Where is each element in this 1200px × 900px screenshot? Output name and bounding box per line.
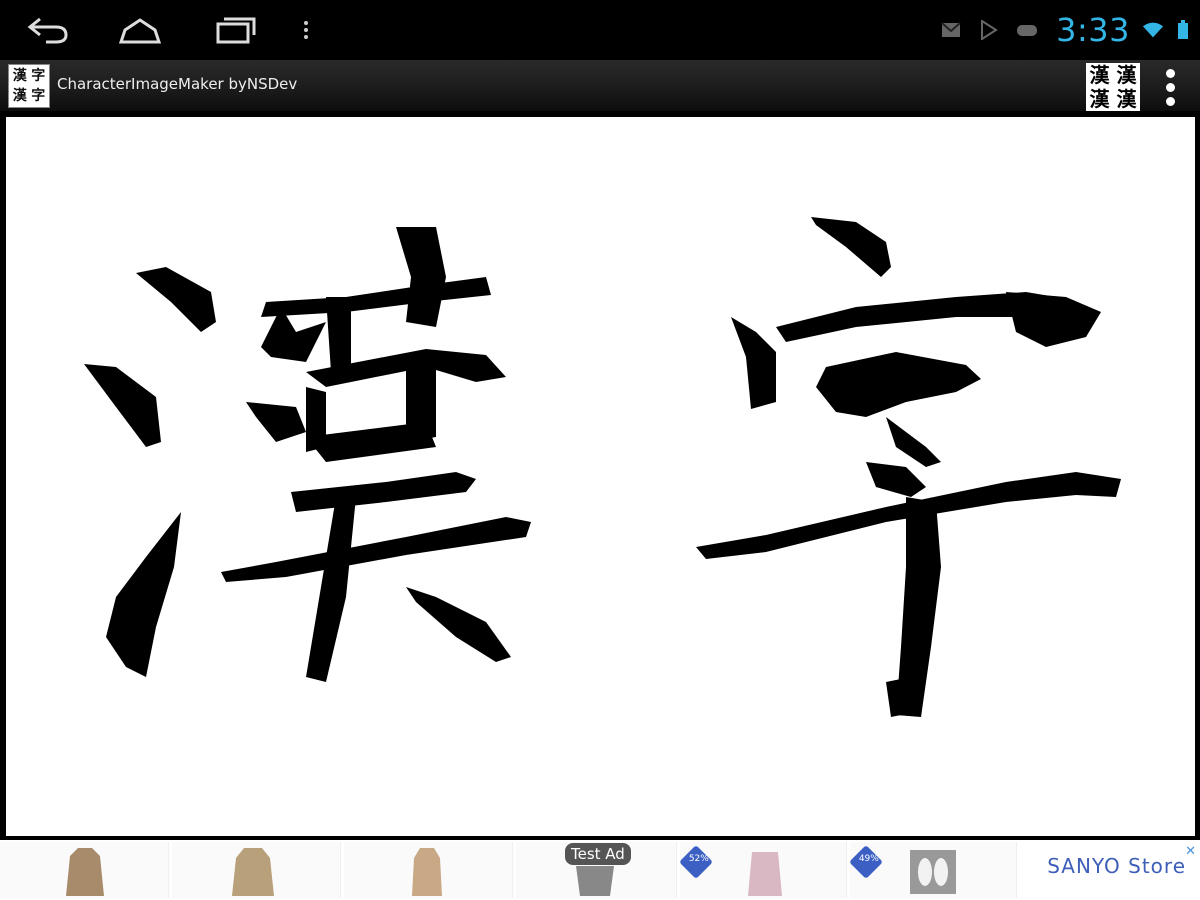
status-icons: 3:33 [940,0,1200,60]
sanyo-store-logo[interactable]: SANYO Store [1047,854,1186,878]
shirt-product-image [748,852,782,896]
character-canvas[interactable] [6,117,1195,836]
kanji-style-button[interactable]: 漢 漢 漢 漢 [1086,63,1140,111]
app-icon-char: 字 [31,87,46,104]
kanji-style-char: 漢 [1116,87,1137,111]
menu-icon[interactable] [278,10,334,50]
back-icon[interactable] [20,10,76,50]
overflow-menu-icon[interactable] [1158,66,1182,108]
system-bar: 3:33 [0,0,1200,60]
play-store-icon [978,19,1000,41]
kanji-style-char: 漢 [1089,63,1110,87]
action-bar: 漢 字 漢 字 CharacterImageMaker byNSDev 漢 漢 … [0,60,1200,114]
ad-product-tile[interactable]: 49% [849,842,1017,898]
ad-product-tile[interactable] [0,842,169,898]
status-clock: 3:33 [1056,11,1130,49]
ad-product-tile[interactable]: 52% [679,842,847,898]
app-icon[interactable]: 漢 字 漢 字 [8,64,50,108]
discount-badge: 49% [849,845,883,879]
coat-product-image [66,848,104,896]
battery-icon [1172,19,1194,41]
home-icon[interactable] [112,10,168,50]
kanji-kan [84,227,531,682]
app-icon-char: 漢 [12,68,27,84]
calligraphy-image [84,217,1121,717]
discount-badge: 52% [679,845,713,879]
recent-apps-icon[interactable] [208,10,264,50]
coat-product-image [232,848,274,896]
shoes-product-image [910,850,956,894]
ad-product-tile[interactable] [172,842,341,898]
app-icon-char: 字 [31,68,46,84]
ad-product-tile[interactable] [344,842,513,898]
kanji-ji [696,217,1121,717]
coat-product-image [412,848,442,896]
app-icon-char: 漢 [12,87,27,104]
game-controller-icon [1016,19,1038,41]
app-title: CharacterImageMaker byNSDev [57,75,298,93]
kanji-style-char: 漢 [1089,87,1110,111]
wifi-icon [1142,19,1164,41]
kanji-style-char: 漢 [1116,63,1137,87]
ad-close-icon[interactable]: ✕ [1185,844,1196,859]
gmail-icon [940,19,962,41]
test-ad-label: Test Ad [565,843,631,865]
